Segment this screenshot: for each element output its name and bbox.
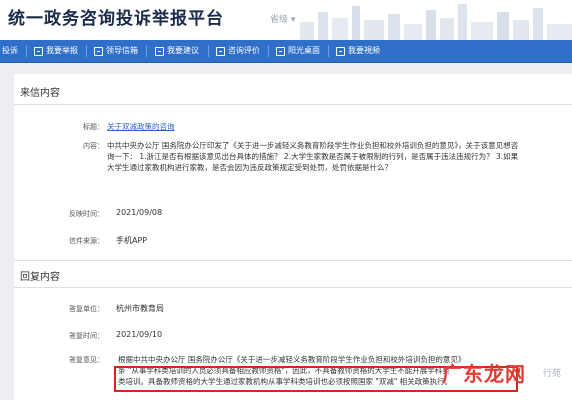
subject-link[interactable]: 关于双减政策的咨询 bbox=[107, 121, 175, 132]
report-icon bbox=[34, 46, 43, 56]
reply-time: 2021/09/10 bbox=[116, 330, 163, 339]
site-title: 统一政务咨询投诉举报平台 bbox=[8, 9, 224, 29]
table-icon bbox=[216, 46, 225, 56]
section-divider bbox=[14, 104, 572, 105]
nav-item-sunshine-desk[interactable]: 阳光桌面 bbox=[276, 40, 320, 62]
reply-opinion-label: 答复意见： bbox=[69, 356, 104, 364]
letter-time: 2021/09/08 bbox=[116, 208, 163, 217]
nav-divider bbox=[26, 45, 27, 57]
time-label: 反映时间： bbox=[69, 210, 104, 218]
nav-item-consult-review[interactable]: 咨询评价 bbox=[216, 40, 260, 62]
main-nav: 投诉 我要举报 领导信箱 我要建议 咨询评价 阳光桌面 我要視频 bbox=[0, 40, 572, 63]
section-divider bbox=[14, 260, 572, 261]
letter-source: 手机APP bbox=[116, 236, 148, 245]
content-label: 内容： bbox=[83, 142, 104, 150]
watermark-suffix: 行苑 bbox=[543, 369, 562, 379]
nav-divider bbox=[86, 45, 87, 57]
source-label: 信件来源： bbox=[69, 237, 104, 245]
skyline-banner bbox=[300, 4, 572, 40]
section-divider bbox=[14, 287, 572, 288]
site-header: 统一政务咨询投诉举报平台 省级 ▾ bbox=[0, 0, 572, 40]
nav-item-suggestion[interactable]: 我要建议 bbox=[155, 40, 199, 62]
nav-item-video[interactable]: 我要視频 bbox=[336, 40, 380, 62]
nav-item-leader-mailbox[interactable]: 领导信箱 bbox=[94, 40, 138, 62]
nav-divider bbox=[146, 45, 147, 57]
subject-label: 标题： bbox=[83, 123, 104, 131]
location-selector[interactable]: 省级 ▾ bbox=[270, 12, 295, 25]
letter-content: 中共中央办公厅 国务院办公厅印发了《关于进一步减轻义务教育阶段学生作业负担和校外… bbox=[107, 141, 519, 172]
nav-divider bbox=[268, 45, 269, 57]
nav-item-report[interactable]: 我要举报 bbox=[34, 40, 78, 62]
watermark: 广东龙网 bbox=[442, 362, 526, 386]
nav-item-complaint[interactable]: 投诉 bbox=[2, 40, 18, 62]
nav-divider bbox=[208, 45, 209, 57]
edit-icon bbox=[155, 46, 164, 56]
video-icon bbox=[336, 46, 345, 56]
mail-icon bbox=[94, 46, 103, 56]
reply-unit-label: 答复单位： bbox=[69, 305, 104, 313]
reply-unit: 杭州市教育局 bbox=[116, 304, 164, 313]
reply-time-label: 答复时间： bbox=[69, 332, 104, 340]
reply-section-title: 回复内容 bbox=[20, 272, 60, 283]
desktop-icon bbox=[276, 46, 285, 56]
nav-divider bbox=[328, 45, 329, 57]
letter-section-title: 来信内容 bbox=[20, 88, 60, 99]
